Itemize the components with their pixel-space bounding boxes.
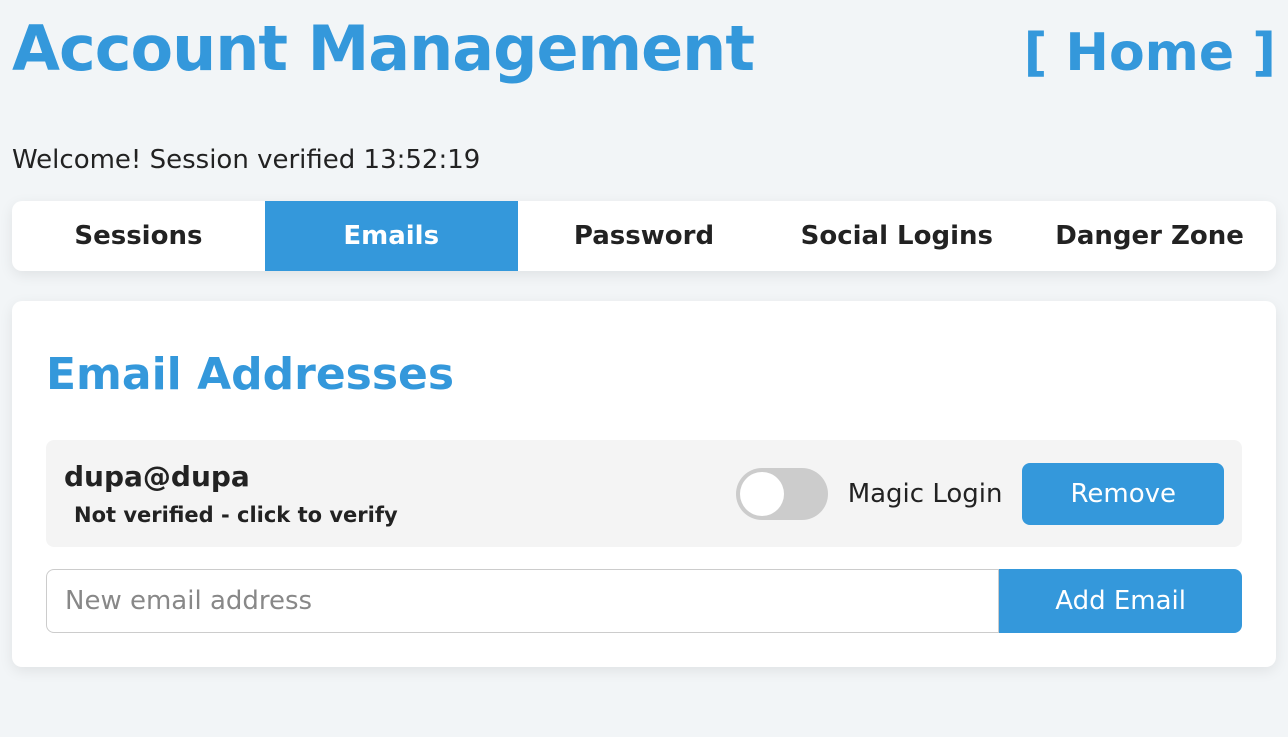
emails-panel: Email Addresses dupa@dupa Not verified -… <box>12 301 1276 667</box>
tab-sessions[interactable]: Sessions <box>12 201 265 271</box>
tab-password[interactable]: Password <box>518 201 771 271</box>
tab-danger-zone[interactable]: Danger Zone <box>1023 201 1276 271</box>
tabs-bar: Sessions Emails Password Social Logins D… <box>12 201 1276 271</box>
email-row: dupa@dupa Not verified - click to verify… <box>46 440 1242 547</box>
welcome-message: Welcome! Session verified 13:52:19 <box>12 145 1276 175</box>
page-title: Account Management <box>12 12 754 85</box>
email-verify-link[interactable]: Not verified - click to verify <box>64 503 398 527</box>
magic-login-label: Magic Login <box>848 479 1003 509</box>
new-email-input[interactable] <box>46 569 999 633</box>
toggle-knob <box>740 472 784 516</box>
add-email-button[interactable]: Add Email <box>999 569 1242 633</box>
remove-email-button[interactable]: Remove <box>1022 463 1224 525</box>
email-address: dupa@dupa <box>64 460 398 493</box>
tab-social-logins[interactable]: Social Logins <box>770 201 1023 271</box>
home-link[interactable]: [ Home ] <box>1024 23 1276 83</box>
tab-emails[interactable]: Emails <box>265 201 518 271</box>
panel-heading: Email Addresses <box>46 349 1242 400</box>
magic-login-toggle[interactable] <box>736 468 828 520</box>
